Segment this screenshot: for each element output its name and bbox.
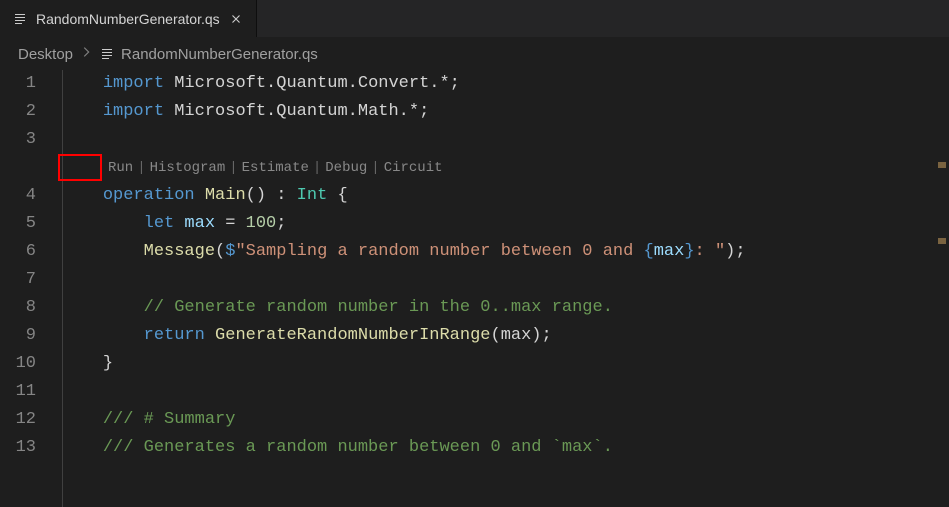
tab-filename: RandomNumberGenerator.qs	[36, 11, 220, 27]
breadcrumb-folder[interactable]: Desktop	[18, 46, 73, 63]
code-line: // Generate random number in the 0..max …	[62, 294, 949, 322]
line-number: 4	[0, 182, 36, 210]
code-line: Message($"Sampling a random number betwe…	[62, 238, 949, 266]
line-number-gutter: 1 2 3 4 5 6 7 8 9 10 11 12 13	[0, 70, 50, 507]
code-area[interactable]: import Microsoft.Quantum.Convert.*; impo…	[50, 70, 949, 507]
code-line: /// # Summary	[62, 406, 949, 434]
line-number: 5	[0, 210, 36, 238]
line-number: 2	[0, 98, 36, 126]
file-icon	[99, 46, 115, 62]
code-line: import Microsoft.Quantum.Convert.*;	[62, 70, 949, 98]
line-number: 6	[0, 238, 36, 266]
code-line	[62, 378, 949, 406]
line-number: 12	[0, 406, 36, 434]
code-line	[62, 126, 949, 154]
line-number: 10	[0, 350, 36, 378]
code-line: operation Main() : Int {	[62, 182, 949, 210]
line-number: 9	[0, 322, 36, 350]
code-editor[interactable]: 1 2 3 4 5 6 7 8 9 10 11 12 13 import Mic…	[0, 70, 949, 507]
code-lens: Run | Histogram | Estimate | Debug | Cir…	[62, 154, 949, 182]
line-number: 11	[0, 378, 36, 406]
scroll-marker	[938, 162, 946, 168]
scroll-marker	[938, 238, 946, 244]
tab-bar: RandomNumberGenerator.qs	[0, 0, 949, 38]
line-number: 8	[0, 294, 36, 322]
highlight-box	[58, 154, 102, 181]
code-line: let max = 100;	[62, 210, 949, 238]
codelens-histogram[interactable]: Histogram	[150, 154, 226, 182]
codelens-run[interactable]: Run	[108, 154, 133, 182]
editor-tab[interactable]: RandomNumberGenerator.qs	[0, 0, 257, 37]
close-icon[interactable]	[228, 11, 244, 27]
chevron-right-icon	[79, 45, 93, 63]
codelens-estimate[interactable]: Estimate	[242, 154, 309, 182]
codelens-debug[interactable]: Debug	[325, 154, 367, 182]
file-icon	[12, 11, 28, 27]
scrollbar[interactable]	[935, 70, 949, 507]
breadcrumb-file[interactable]: RandomNumberGenerator.qs	[121, 46, 318, 63]
line-number: 3	[0, 126, 36, 154]
codelens-circuit[interactable]: Circuit	[384, 154, 443, 182]
tab-spacer	[257, 0, 949, 37]
code-line: import Microsoft.Quantum.Math.*;	[62, 98, 949, 126]
line-number: 7	[0, 266, 36, 294]
breadcrumb: Desktop RandomNumberGenerator.qs	[0, 38, 949, 70]
code-line: /// Generates a random number between 0 …	[62, 434, 949, 462]
code-line: }	[62, 350, 949, 378]
code-line	[62, 266, 949, 294]
code-line: return GenerateRandomNumberInRange(max);	[62, 322, 949, 350]
line-number: 1	[0, 70, 36, 98]
line-number: 13	[0, 434, 36, 462]
